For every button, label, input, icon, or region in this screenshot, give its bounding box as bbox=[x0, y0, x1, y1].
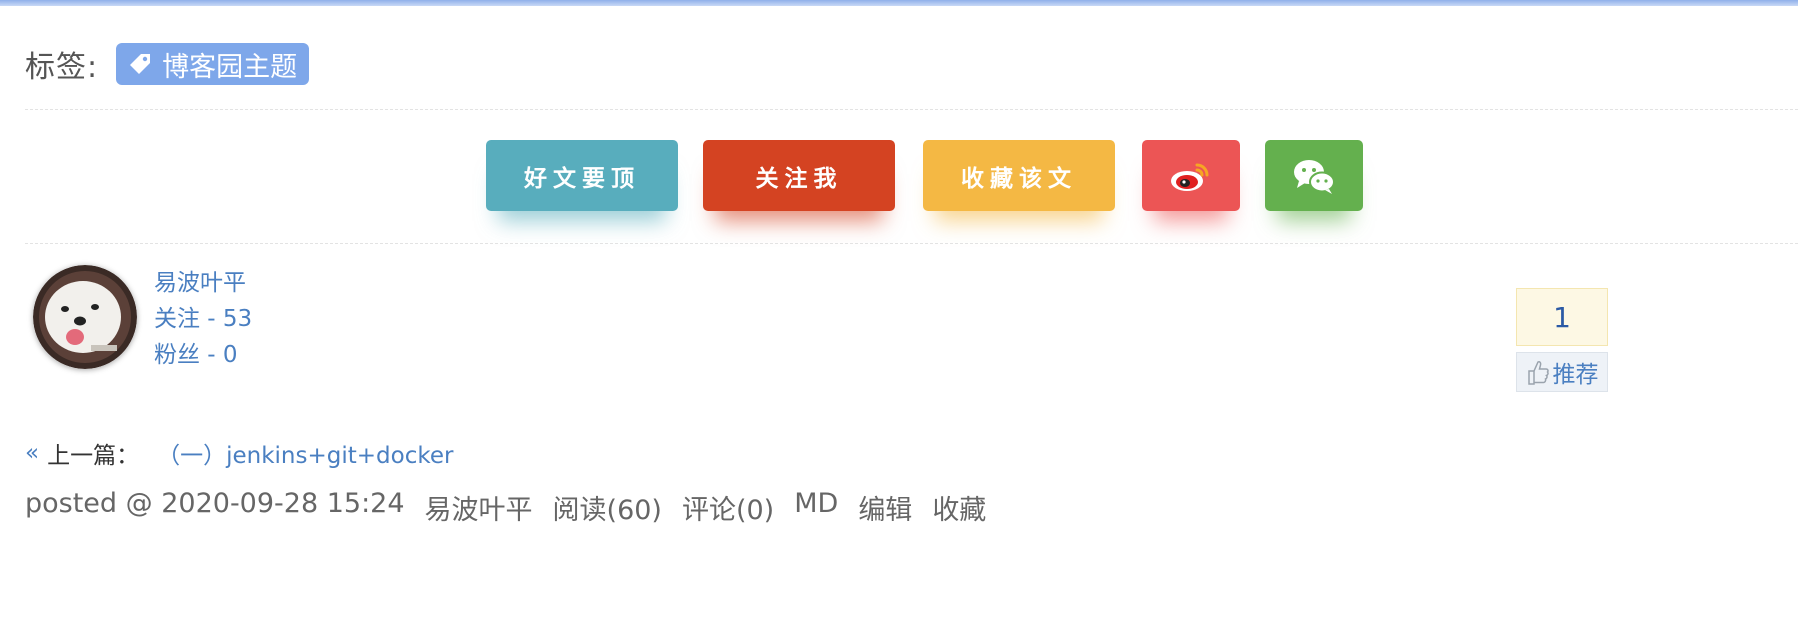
following-link[interactable]: 关注 - 53 bbox=[154, 301, 252, 337]
author-info: 易波叶平 关注 - 53 粉丝 - 0 bbox=[154, 265, 252, 373]
recommend-label: 推荐 bbox=[1552, 362, 1599, 388]
prev-post-label: 上一篇： bbox=[47, 443, 140, 469]
divider bbox=[25, 243, 1798, 244]
share-weibo-button[interactable] bbox=[1142, 140, 1240, 211]
follow-button[interactable]: 关注我 bbox=[703, 140, 895, 211]
prev-post-link[interactable]: （一）jenkins+git+docker bbox=[157, 436, 453, 470]
prev-arrow: « bbox=[25, 440, 40, 466]
digg-button[interactable]: 好文要顶 bbox=[486, 140, 678, 211]
top-rule bbox=[0, 0, 1798, 6]
thumbs-up-icon bbox=[1527, 361, 1549, 385]
read-count: 阅读(60) bbox=[552, 495, 662, 526]
tag-chip[interactable]: 博客园主题 bbox=[116, 43, 310, 85]
favorite-button[interactable]: 收藏该文 bbox=[923, 140, 1115, 211]
author-name-link[interactable]: 易波叶平 bbox=[154, 265, 252, 301]
favorite-link[interactable]: 收藏 bbox=[932, 488, 986, 527]
tag-icon bbox=[130, 54, 151, 74]
post-date: posted @ 2020-09-28 15:24 bbox=[25, 488, 405, 519]
dog-avatar-image bbox=[33, 265, 137, 369]
recommend-count: 1 bbox=[1516, 288, 1608, 346]
tags-row: 标签: 博客园主题 bbox=[25, 42, 310, 86]
share-wechat-button[interactable] bbox=[1265, 140, 1363, 211]
markdown-link[interactable]: MD bbox=[794, 488, 838, 527]
comment-count-link[interactable]: 评论(0) bbox=[682, 488, 774, 527]
tag-chip-label: 博客园主题 bbox=[162, 51, 298, 83]
edit-link[interactable]: 编辑 bbox=[858, 488, 912, 527]
weibo-icon bbox=[1171, 163, 1209, 191]
post-footer: posted @ 2020-09-28 15:24 易波叶平 阅读(60) 评论… bbox=[25, 488, 1006, 527]
prev-post: « 上一篇： （一）jenkins+git+docker bbox=[25, 436, 453, 470]
divider bbox=[25, 109, 1798, 110]
author-avatar[interactable] bbox=[33, 265, 137, 369]
tags-label: 标签: bbox=[25, 50, 99, 85]
recommend-button[interactable]: 推荐 bbox=[1516, 352, 1608, 392]
post-author-link[interactable]: 易波叶平 bbox=[425, 488, 533, 527]
wechat-icon bbox=[1294, 159, 1335, 194]
followers-link[interactable]: 粉丝 - 0 bbox=[154, 337, 252, 373]
